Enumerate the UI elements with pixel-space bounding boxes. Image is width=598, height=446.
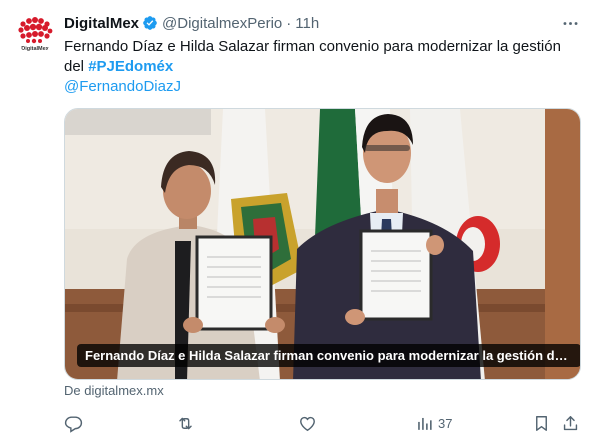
views-icon: [418, 417, 432, 430]
tweet-header: DigitalMex @DigitalmexPerio · 11h: [64, 12, 582, 34]
like-button[interactable]: [298, 412, 317, 434]
tweet-card[interactable]: DigitalMex DigitalMex @DigitalmexPerio ·…: [0, 0, 598, 446]
separator-dot: ·: [286, 14, 292, 32]
reply-icon: [64, 415, 83, 433]
verified-badge-icon: [142, 15, 158, 31]
like-icon: [300, 416, 315, 431]
author-name[interactable]: DigitalMex: [64, 15, 139, 32]
share-button[interactable]: [561, 412, 580, 434]
avatar[interactable]: DigitalMex: [14, 12, 56, 54]
tweet-text: Fernando Díaz e Hilda Salazar firman con…: [64, 37, 580, 97]
link-source[interactable]: De digitalmex.mx: [64, 383, 164, 398]
tweet-actions-bar: 37: [64, 408, 584, 438]
author-handle[interactable]: @DigitalmexPerio: [162, 15, 282, 32]
views-button[interactable]: 37: [415, 412, 452, 434]
link-card-title: Fernando Díaz e Hilda Salazar firman con…: [77, 344, 580, 367]
mention-link[interactable]: @FernandoDiazJ: [64, 78, 181, 95]
digitalmex-logo-icon: DigitalMex: [18, 17, 53, 52]
photo-signing-ceremony: [65, 109, 580, 379]
avatar-wordmark: DigitalMex: [21, 46, 49, 52]
reply-button[interactable]: [64, 412, 83, 434]
bookmark-icon: [536, 415, 547, 431]
link-card-image[interactable]: Fernando Díaz e Hilda Salazar firman con…: [64, 108, 581, 380]
views-count: 37: [438, 415, 453, 431]
tweet-timestamp[interactable]: 11h: [295, 15, 319, 32]
more-icon[interactable]: [558, 12, 582, 34]
retweet-icon: [179, 417, 192, 429]
share-icon: [563, 415, 578, 430]
retweet-button[interactable]: [176, 412, 195, 434]
hashtag-link[interactable]: #PJEdoméx: [88, 58, 173, 75]
bookmark-button[interactable]: [532, 412, 551, 434]
